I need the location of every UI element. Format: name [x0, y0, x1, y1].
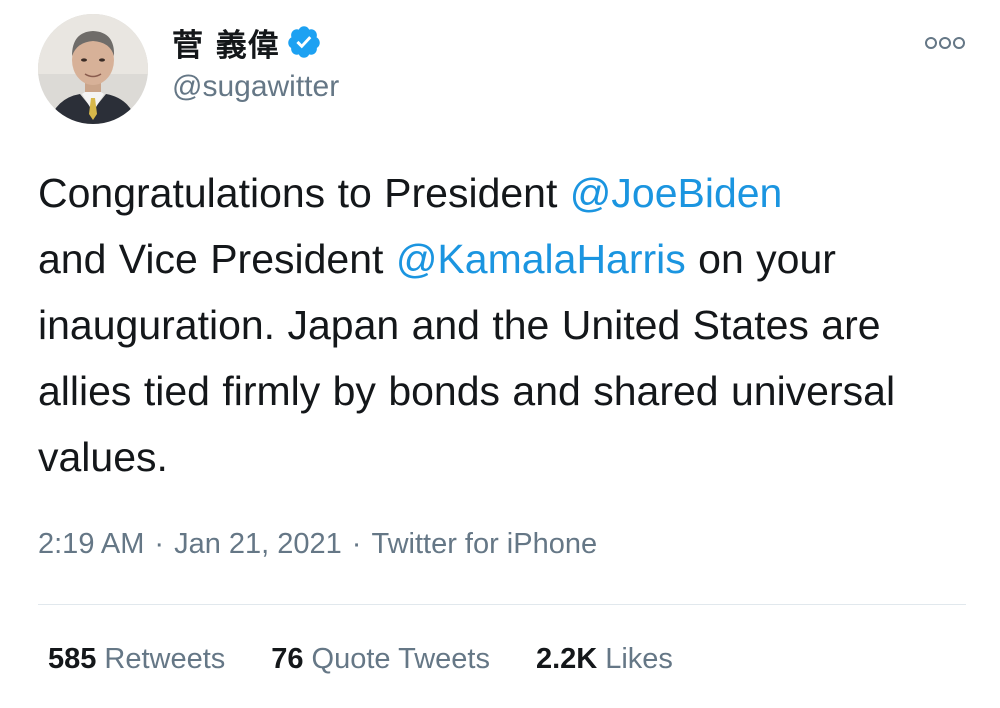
- tweet-card: 菅 義偉 @sugawitter Congratulations to Pres…: [0, 0, 1000, 708]
- display-name[interactable]: 菅 義偉: [172, 20, 280, 65]
- retweets-label: Retweets: [104, 643, 226, 675]
- retweets-count: 585: [48, 643, 97, 675]
- likes-stat[interactable]: 2.2K Likes: [536, 643, 673, 676]
- retweets-stat[interactable]: 585 Retweets: [48, 643, 225, 676]
- mention-joebiden[interactable]: @JoeBiden: [570, 170, 783, 216]
- likes-count: 2.2K: [535, 643, 598, 675]
- more-options-icon[interactable]: [924, 36, 966, 50]
- tweet-text-part: Congratulations to President: [38, 170, 570, 216]
- tweet-text: Congratulations to President @JoeBiden a…: [38, 160, 968, 490]
- meta-separator: ·: [351, 528, 362, 560]
- quote-tweets-count: 76: [271, 643, 304, 675]
- tweet-date[interactable]: Jan 21, 2021: [174, 528, 342, 560]
- avatar-portrait-icon: [38, 14, 148, 124]
- likes-label: Likes: [605, 643, 673, 675]
- mention-kamalaharris[interactable]: @KamalaHarris: [396, 236, 686, 282]
- tweet-stats: 585 Retweets 76 Quote Tweets 2.2K Likes: [48, 643, 719, 676]
- quote-tweets-label: Quote Tweets: [311, 643, 490, 675]
- tweet-meta: 2:19 AM · Jan 21, 2021 · Twitter for iPhone: [38, 528, 597, 561]
- meta-separator: ·: [154, 528, 165, 560]
- author-handle[interactable]: @sugawitter: [172, 70, 339, 104]
- author-name-row[interactable]: 菅 義偉: [172, 20, 322, 64]
- tweet-text-part: and Vice President: [38, 236, 396, 282]
- avatar[interactable]: [38, 14, 148, 124]
- verified-badge-icon: [286, 24, 322, 60]
- tweet-source[interactable]: Twitter for iPhone: [371, 528, 597, 560]
- quote-tweets-stat[interactable]: 76 Quote Tweets: [271, 643, 490, 676]
- divider: [38, 604, 966, 605]
- tweet-time[interactable]: 2:19 AM: [38, 528, 144, 560]
